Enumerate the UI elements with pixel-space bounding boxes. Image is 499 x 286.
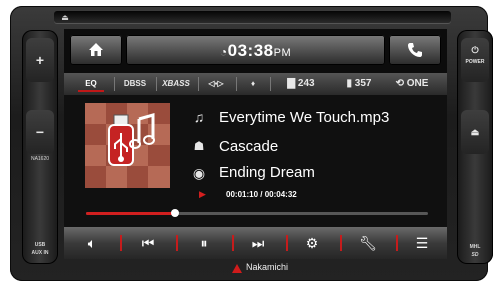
divider	[396, 235, 398, 251]
divider	[236, 77, 237, 91]
divider	[340, 235, 342, 251]
progress-handle[interactable]	[170, 209, 179, 217]
volume-down-button[interactable]: −	[26, 110, 54, 154]
track-time: 00:01:10 / 00:04:32	[226, 190, 297, 199]
track-artist: Cascade	[219, 138, 279, 155]
repeat-mode-label: ONE	[406, 78, 429, 89]
previous-track-button[interactable]: ⏮︎	[126, 227, 170, 259]
tools-button[interactable]: 🔧︎	[346, 227, 390, 259]
divider	[198, 77, 199, 91]
phone-icon	[408, 43, 422, 57]
artist-icon: ☗	[193, 139, 205, 153]
repeat-mode-button[interactable]: ⟲ ONE	[386, 73, 438, 95]
divider	[120, 235, 122, 251]
repeat-icon: ⟲	[395, 78, 404, 89]
top-bar: ◔03:38PM	[64, 35, 447, 67]
volume-up-button[interactable]: +	[26, 38, 54, 82]
usb-label: USB	[34, 242, 46, 248]
power-button[interactable]: ⏻ POWER	[461, 38, 489, 82]
brand-name: Nakamichi	[246, 262, 289, 272]
clock-ampm: PM	[273, 47, 292, 59]
usb-album-art	[85, 103, 170, 188]
mute-button[interactable]: 🔈︎	[70, 227, 114, 259]
divider	[270, 77, 271, 91]
speaker-icon: 🔈︎	[87, 235, 97, 251]
control-bar: 🔈︎ ⏮︎ ⏸︎ ⏭︎ ⚙ 🔧︎ ☰	[64, 227, 447, 259]
music-note-icon: ♫	[193, 109, 205, 125]
eject-icon[interactable]: ⏏	[58, 14, 72, 22]
track-title: Everytime We Touch.mp3	[219, 109, 390, 126]
menu-button[interactable]: ☰	[400, 227, 444, 259]
surround-icon: ◁▪▷	[208, 79, 224, 88]
folder-count-value: 243	[297, 78, 315, 89]
head-unit-screen: ◔03:38PM EQ DBSS XBASS ◁▪▷ ♦ ▇ 243 ▮ 357…	[64, 29, 447, 259]
wrench-icon: 🔧︎	[359, 235, 377, 251]
disc-icon: ◉	[192, 165, 206, 181]
divider	[156, 77, 157, 91]
pause-button[interactable]: ⏸︎	[182, 227, 226, 259]
home-icon	[89, 43, 103, 56]
model-label: NA1620	[30, 156, 50, 162]
file-icon: ▮	[346, 78, 353, 89]
file-count-value: 357	[354, 78, 372, 89]
play-icon: ▶	[199, 189, 206, 199]
list-icon: ☰	[415, 235, 429, 251]
track-album: Ending Dream	[219, 164, 315, 181]
xbass-tab[interactable]: XBASS	[160, 73, 192, 95]
divider	[176, 235, 178, 251]
location-icon: ♦	[250, 79, 256, 88]
clock-text: ◔03:38PM	[126, 41, 385, 61]
status-bar: EQ DBSS XBASS ◁▪▷ ♦ ▇ 243 ▮ 357 ⟲ ONE	[64, 73, 447, 95]
folder-icon: ▇	[287, 78, 296, 89]
dbss-tab[interactable]: DBSS	[120, 73, 150, 95]
eject-small-icon: ⏏	[470, 127, 480, 137]
pause-icon: ⏸︎	[200, 235, 208, 251]
brand-logo-icon	[232, 264, 242, 273]
brand-bar: Nakamichi	[64, 262, 447, 276]
cd-slot	[54, 11, 451, 23]
right-side-panel: ⏻ POWER ⏏ MHL SD	[457, 30, 493, 264]
phone-button[interactable]	[389, 35, 441, 65]
eq-active-indicator	[78, 90, 104, 92]
mhl-label: MHL	[469, 244, 481, 250]
clock-icon: ◔	[219, 45, 228, 59]
divider	[114, 77, 115, 91]
eject-button[interactable]: ⏏	[461, 110, 489, 154]
clock-time: 03:38	[227, 41, 274, 60]
aux-in-label: AUX IN	[31, 250, 49, 256]
clock-display: ◔03:38PM	[126, 35, 385, 65]
divider	[286, 235, 288, 251]
progress-bar[interactable]	[86, 209, 428, 217]
bluetooth-tab[interactable]: ♦	[242, 73, 264, 95]
next-icon: ⏭︎	[251, 235, 265, 251]
next-track-button[interactable]: ⏭︎	[236, 227, 280, 259]
file-count: ▮ 357	[336, 73, 382, 95]
progress-fill	[86, 212, 175, 215]
folder-count: ▇ 243	[278, 73, 324, 95]
previous-icon: ⏮︎	[141, 235, 155, 251]
surround-tab[interactable]: ◁▪▷	[202, 73, 230, 95]
settings-button[interactable]: ⚙	[290, 227, 334, 259]
divider	[232, 235, 234, 251]
sd-label: SD	[471, 252, 479, 258]
gear-icon: ⚙	[305, 235, 319, 251]
home-button[interactable]	[70, 35, 122, 65]
power-icon: ⏻	[471, 45, 479, 55]
power-label: POWER	[465, 59, 485, 65]
left-side-panel: + − NA1620 USB AUX IN	[22, 30, 58, 264]
